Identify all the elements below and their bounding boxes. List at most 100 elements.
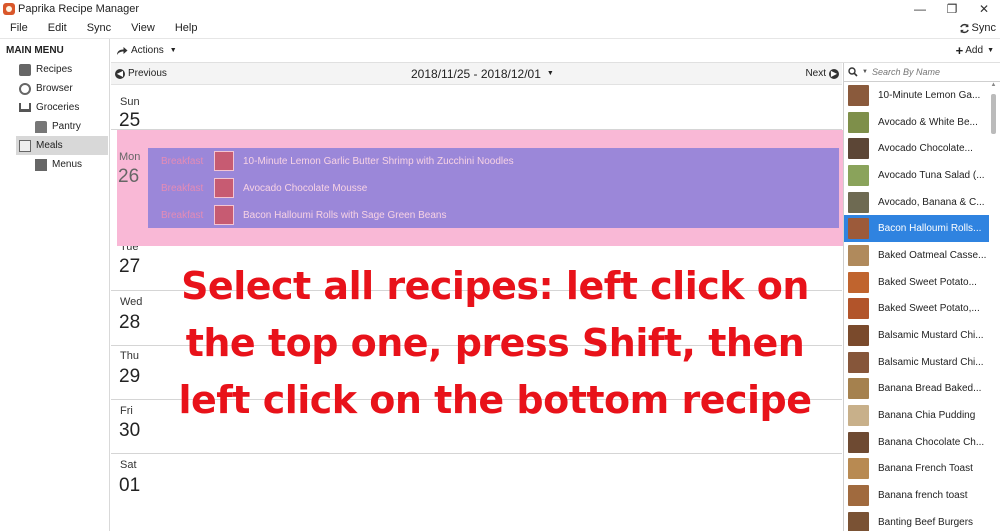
search-input[interactable] <box>871 67 992 77</box>
next-button[interactable]: Next ▶ <box>805 68 839 79</box>
meal-type: Breakfast <box>161 155 204 167</box>
recipe-name: Baked Oatmeal Casse... <box>878 249 987 261</box>
paprika-app-icon <box>3 3 15 15</box>
actions-label: Actions <box>131 45 164 56</box>
meal-type: Breakfast <box>161 182 204 194</box>
actions-button[interactable]: Actions ▼ <box>111 45 177 56</box>
day-row-sat[interactable]: Sat 01 <box>111 454 842 531</box>
add-label: Add <box>965 45 984 56</box>
recipe-name: Bacon Halloumi Rolls... <box>878 223 982 235</box>
day-name: Thu <box>120 350 139 362</box>
sync-label: Sync <box>971 22 996 34</box>
recipe-list-item[interactable]: Avocado Chocolate... <box>844 135 989 162</box>
recipe-list-item[interactable]: 10-Minute Lemon Ga... <box>844 82 989 109</box>
recipe-thumbnail <box>848 325 869 347</box>
menu-help[interactable]: Help <box>165 22 208 34</box>
recipe-name: Avocado, Banana & C... <box>878 196 985 208</box>
recipe-list-item[interactable]: Banana French Toast <box>844 456 989 483</box>
sidebar-item-label: Browser <box>36 83 73 94</box>
sidebar-item-groceries[interactable]: Groceries <box>0 98 109 117</box>
close-button[interactable]: ✕ <box>968 0 1000 18</box>
cart-icon <box>19 103 31 112</box>
menu-edit[interactable]: Edit <box>38 22 77 34</box>
day-number: 29 <box>119 366 141 387</box>
sync-button[interactable]: Sync <box>959 22 996 34</box>
day-number: 27 <box>119 256 141 277</box>
day-row-sun[interactable]: Sun 25 <box>111 86 842 131</box>
globe-icon <box>19 82 31 95</box>
recipe-name: Baked Sweet Potato... <box>878 276 977 288</box>
recipe-list-item[interactable]: Baked Oatmeal Casse... <box>844 242 989 269</box>
recipe-list-item[interactable]: Banana Bread Baked... <box>844 376 989 403</box>
calendar-nav: ◀ Previous 2018/11/25 - 2018/12/01 ▼ Nex… <box>111 63 842 85</box>
title-bar: Paprika Recipe Manager — ❐ ✕ <box>0 0 1000 18</box>
recipe-name: Baked Sweet Potato,... <box>878 303 980 315</box>
sidebar-item-meals[interactable]: Meals <box>16 136 108 155</box>
recipe-name: Banana Chia Pudding <box>878 410 976 422</box>
recipe-thumbnail <box>848 458 869 480</box>
recipe-thumbnail <box>848 298 869 320</box>
recipe-thumbnail <box>848 138 869 160</box>
scrollbar[interactable]: ▲ <box>989 82 998 531</box>
scroll-up-icon[interactable]: ▲ <box>989 82 998 92</box>
sidebar-item-label: Pantry <box>52 121 81 132</box>
meal-item[interactable]: Breakfast Bacon Halloumi Rolls with Sage… <box>148 204 839 226</box>
recipe-name: Balsamic Mustard Chi... <box>878 356 984 368</box>
sidebar-item-label: Recipes <box>36 64 73 75</box>
recipe-list-item[interactable]: Banana Chia Pudding <box>844 402 989 429</box>
recipe-search: ▼ <box>844 63 1000 82</box>
recipe-list: 10-Minute Lemon Ga... Avocado & White Be.… <box>844 82 989 531</box>
recipe-name: Banana French Toast <box>878 463 973 475</box>
meal-thumbnail <box>214 178 234 198</box>
day-name: Sat <box>120 459 137 471</box>
recipe-list-item[interactable]: Balsamic Mustard Chi... <box>844 322 989 349</box>
recipe-list-item[interactable]: Banana french toast <box>844 482 989 509</box>
recipe-thumbnail <box>848 431 869 453</box>
recipe-list-item[interactable]: Banana Chocolate Ch... <box>844 429 989 456</box>
meal-item[interactable]: Breakfast 10-Minute Lemon Garlic Butter … <box>148 150 839 172</box>
recipe-list-item[interactable]: Bacon Halloumi Rolls... <box>844 215 989 243</box>
chevron-down-icon: ▼ <box>169 47 177 54</box>
meal-thumbnail <box>214 205 234 225</box>
meal-list: Breakfast 10-Minute Lemon Garlic Butter … <box>148 148 839 228</box>
recipe-list-item[interactable]: Avocado, Banana & C... <box>844 189 989 216</box>
menu-file[interactable]: File <box>0 22 38 34</box>
sync-icon <box>959 23 969 33</box>
menu-sync[interactable]: Sync <box>77 22 121 34</box>
maximize-button[interactable]: ❐ <box>936 0 968 18</box>
recipe-list-item[interactable]: Balsamic Mustard Chi... <box>844 349 989 376</box>
day-number: 28 <box>119 312 141 333</box>
recipe-list-item[interactable]: Baked Sweet Potato,... <box>844 296 989 323</box>
day-name: Fri <box>120 405 133 417</box>
recipe-thumbnail <box>848 405 869 427</box>
sidebar: MAIN MENU Recipes Browser Groceries Pant… <box>0 39 110 531</box>
recipe-list-item[interactable]: Avocado Tuna Salad (... <box>844 162 989 189</box>
sidebar-item-recipes[interactable]: Recipes <box>0 60 109 79</box>
previous-button[interactable]: ◀ Previous <box>111 68 167 79</box>
meal-item[interactable]: Breakfast Avocado Chocolate Mousse <box>148 177 839 199</box>
recipe-list-item[interactable]: Avocado & White Be... <box>844 109 989 136</box>
recipe-thumbnail <box>848 351 869 373</box>
day-number: 30 <box>119 420 141 441</box>
date-range-selector[interactable]: 2018/11/25 - 2018/12/01 ▼ <box>411 67 554 81</box>
sidebar-item-label: Groceries <box>36 102 80 113</box>
recipe-name: Avocado & White Be... <box>878 116 978 128</box>
meal-name: 10-Minute Lemon Garlic Butter Shrimp wit… <box>243 155 514 167</box>
minimize-button[interactable]: — <box>904 0 936 18</box>
date-range-label: 2018/11/25 - 2018/12/01 <box>411 66 541 81</box>
sidebar-item-pantry[interactable]: Pantry <box>0 117 109 136</box>
add-button[interactable]: + Add ▼ <box>956 43 994 58</box>
recipe-name: 10-Minute Lemon Ga... <box>878 89 981 101</box>
recipe-list-item[interactable]: Baked Sweet Potato... <box>844 269 989 296</box>
sidebar-item-browser[interactable]: Browser <box>0 79 109 98</box>
scrollbar-thumb[interactable] <box>991 94 996 134</box>
recipe-list-item[interactable]: Banting Beef Burgers <box>844 509 989 531</box>
sidebar-item-menus[interactable]: Menus <box>0 155 109 174</box>
menu-view[interactable]: View <box>121 22 165 34</box>
day-name: Wed <box>120 296 143 308</box>
meal-thumbnail <box>214 151 234 171</box>
meal-type: Breakfast <box>161 209 204 221</box>
recipe-name: Avocado Chocolate... <box>878 143 973 155</box>
recipe-name: Banana Chocolate Ch... <box>878 436 985 448</box>
chevron-down-icon[interactable]: ▼ <box>862 69 868 75</box>
